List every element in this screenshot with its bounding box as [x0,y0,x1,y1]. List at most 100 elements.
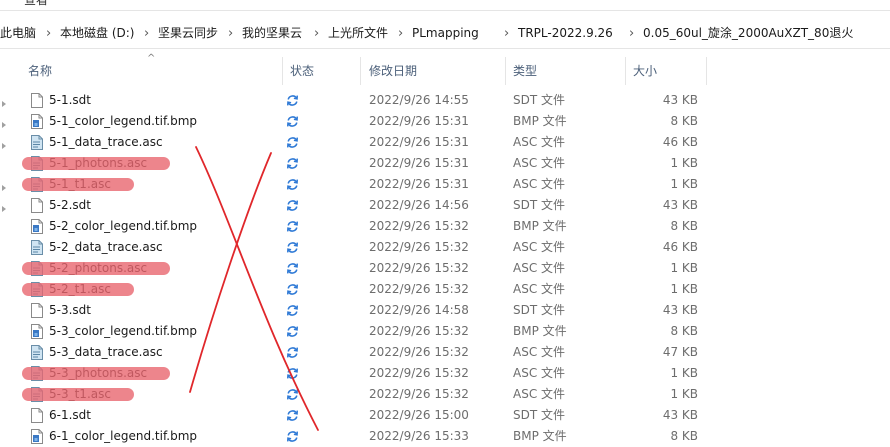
file-row[interactable]: 5-2_t1.asc 2022/9/26 15:32 ASC 文件 1 KB [0,279,720,300]
file-type: SDT 文件 [513,408,566,422]
file-row[interactable]: 5-3_t1.asc 2022/9/26 15:32 ASC 文件 1 KB [0,384,720,405]
column-divider[interactable] [360,57,361,85]
column-header-date[interactable]: 修改日期 [369,57,417,85]
file-row[interactable]: 6-1_color_legend.tif.bmp 2022/9/26 15:33 B… [0,426,720,447]
file-size: 8 KB [670,429,698,443]
asc-file-icon [31,156,43,171]
column-divider[interactable] [505,57,506,85]
generic-file-icon [31,408,43,423]
sync-icon [287,242,298,253]
column-header-name[interactable]: 名称 [28,57,52,85]
sync-icon [287,179,298,190]
file-type: BMP 文件 [513,114,567,128]
file-row[interactable]: 5-3_color_legend.tif.bmp 2022/9/26 15:32 B… [0,321,720,342]
file-size: 1 KB [670,282,698,296]
breadcrumb[interactable]: 此电脑 › 本地磁盘 (D:) › 坚果云同步 › 我的坚果云 › 上光所文件 › PLmappin… [0,19,890,49]
breadcrumb-item[interactable]: PLmapping [412,19,479,48]
breadcrumb-item[interactable]: 本地磁盘 (D:) [60,19,134,48]
column-divider[interactable] [706,57,707,85]
breadcrumb-item[interactable]: 我的坚果云 [242,19,302,48]
file-name: 5-3_color_legend.tif.bmp [49,324,198,338]
file-name: 5-2_data_trace.asc [49,240,163,254]
breadcrumb-item[interactable]: 此电脑 [0,19,36,48]
column-divider[interactable] [282,57,283,85]
file-name: 5-1_color_legend.tif.bmp [49,114,198,128]
file-size: 43 KB [662,408,698,422]
asc-file-icon [31,387,43,402]
column-header-row: ^ 名称 状态 修改日期 类型 大小 [0,53,890,85]
sync-icon [287,389,298,400]
breadcrumb-item[interactable]: 坚果云同步 [158,19,218,48]
asc-file-icon [31,240,43,255]
file-row[interactable]: 5-2_photons.asc 2022/9/26 15:32 ASC 文件 1 KB [0,258,720,279]
file-modified-date: 2022/9/26 14:55 [369,93,469,107]
file-size: 46 KB [662,135,698,149]
file-row[interactable]: 5-3.sdt 2022/9/26 14:58 SDT 文件 43 KB [0,300,720,321]
asc-file-icon [31,177,43,192]
file-row[interactable]: 5-3_data_trace.asc 2022/9/26 15:32 ASC 文件 4… [0,342,720,363]
file-modified-date: 2022/9/26 14:58 [369,303,469,317]
bitmap-file-icon [31,429,43,444]
breadcrumb-chevron-icon[interactable]: › [398,19,403,48]
file-type: BMP 文件 [513,429,567,443]
file-name: 5-3_photons.asc [49,366,148,380]
file-row[interactable]: 5-2_data_trace.asc 2022/9/26 15:32 ASC 文件 4… [0,237,720,258]
file-row[interactable]: 5-2_color_legend.tif.bmp 2022/9/26 15:32 B… [0,216,720,237]
breadcrumb-item[interactable]: TRPL-2022.9.26 [518,19,613,48]
asc-file-icon [31,282,43,297]
file-type: BMP 文件 [513,324,567,338]
column-header-type[interactable]: 类型 [513,57,537,85]
file-name: 5-1_data_trace.asc [49,135,163,149]
file-modified-date: 2022/9/26 14:56 [369,198,469,212]
asc-file-icon [31,345,43,360]
breadcrumb-item[interactable]: 0.05_60ul_旋涂_2000AuXZT_80退火 [643,19,853,48]
column-divider[interactable] [625,57,626,85]
file-row[interactable]: 5-1_data_trace.asc 2022/9/26 15:31 ASC 文件 4… [0,132,720,153]
file-name: 5-1_photons.asc [49,156,148,170]
breadcrumb-chevron-icon[interactable]: › [228,19,233,48]
file-name: 5-2.sdt [49,198,91,212]
file-type: ASC 文件 [513,135,566,149]
file-row[interactable]: 5-1_color_legend.tif.bmp 2022/9/26 15:31 B… [0,111,720,132]
bitmap-file-icon [31,114,43,129]
file-modified-date: 2022/9/26 15:32 [369,240,469,254]
sync-icon [287,347,298,358]
breadcrumb-chevron-icon[interactable]: › [46,19,51,48]
file-modified-date: 2022/9/26 15:32 [369,219,469,233]
file-row[interactable]: 6-1.sdt 2022/9/26 15:00 SDT 文件 43 KB [0,405,720,426]
sync-icon [287,410,298,421]
column-header-status[interactable]: 状态 [290,57,314,85]
asc-file-icon [31,261,43,276]
file-type: SDT 文件 [513,303,566,317]
asc-file-icon [31,366,43,381]
file-name: 6-1_color_legend.tif.bmp [49,429,198,443]
file-row[interactable]: 5-1.sdt 2022/9/26 14:55 SDT 文件 43 KB [0,90,720,111]
file-size: 1 KB [670,387,698,401]
file-row[interactable]: 5-1_t1.asc 2022/9/26 15:31 ASC 文件 1 KB [0,174,720,195]
file-size: 1 KB [670,156,698,170]
file-row[interactable]: 5-2.sdt 2022/9/26 14:56 SDT 文件 43 KB [0,195,720,216]
file-row[interactable]: 5-1_photons.asc 2022/9/26 15:31 ASC 文件 1 KB [0,153,720,174]
breadcrumb-chevron-icon[interactable]: › [144,19,149,48]
file-modified-date: 2022/9/26 15:33 [369,429,469,443]
file-size: 43 KB [662,198,698,212]
breadcrumb-chevron-icon[interactable]: › [314,19,319,48]
column-header-size[interactable]: 大小 [633,57,657,85]
sync-icon [287,221,298,232]
breadcrumb-chevron-icon[interactable]: › [629,19,634,48]
breadcrumb-item[interactable]: 上光所文件 [328,19,388,48]
file-modified-date: 2022/9/26 15:00 [369,408,469,422]
file-size: 1 KB [670,366,698,380]
file-modified-date: 2022/9/26 15:31 [369,114,469,128]
breadcrumb-chevron-icon[interactable]: › [504,19,509,48]
sync-icon [287,116,298,127]
ribbon-tab-view[interactable]: 查看 [24,0,48,8]
file-row[interactable]: 5-3_photons.asc 2022/9/26 15:32 ASC 文件 1 KB [0,363,720,384]
file-modified-date: 2022/9/26 15:31 [369,156,469,170]
file-name: 5-2_color_legend.tif.bmp [49,219,198,233]
asc-file-icon [31,135,43,150]
sync-icon [287,200,298,211]
file-type: ASC 文件 [513,345,566,359]
file-name: 5-3_data_trace.asc [49,345,163,359]
file-type: ASC 文件 [513,177,566,191]
